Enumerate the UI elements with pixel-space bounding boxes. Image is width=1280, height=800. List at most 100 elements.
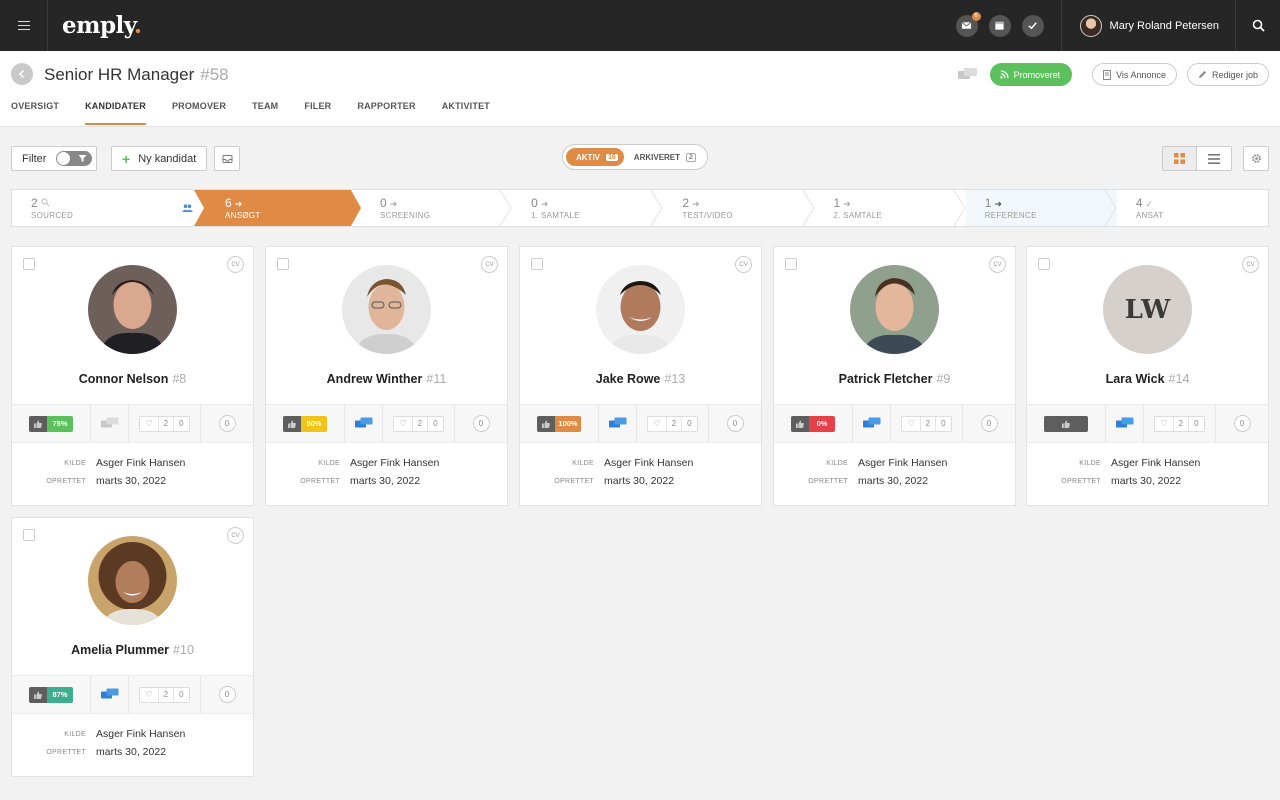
heart-counter[interactable]: ♡ 2 0	[901, 415, 952, 432]
calendar-icon[interactable]	[988, 14, 1011, 37]
cv-icon[interactable]: CV	[227, 527, 244, 544]
tab-filer[interactable]: FILER	[304, 101, 331, 125]
settings-button[interactable]	[1243, 146, 1269, 171]
candidate-name[interactable]: Andrew Winther #11	[266, 372, 507, 386]
comment-cell[interactable]: 0	[201, 676, 253, 713]
stage-screening[interactable]: 0 ➜ SCREENING	[361, 190, 512, 226]
heart-counter[interactable]: ♡ 2 0	[393, 415, 444, 432]
candidate-card[interactable]: CV Jake Rowe #13 100% ♡ 2 0 0 KILDE Asge…	[519, 246, 762, 506]
chat-icon	[100, 688, 118, 699]
score-badge: 75%	[29, 415, 73, 432]
candidate-name[interactable]: Connor Nelson #8	[12, 372, 253, 386]
select-checkbox[interactable]	[1038, 258, 1050, 270]
comment-cell[interactable]: 0	[963, 405, 1015, 442]
candidate-name[interactable]: Amelia Plummer #10	[12, 643, 253, 657]
select-checkbox[interactable]	[531, 258, 543, 270]
search-icon[interactable]	[1236, 0, 1280, 51]
score-cell[interactable]	[1027, 405, 1106, 442]
comment-count: 0	[472, 415, 490, 432]
candidate-card[interactable]: CV Andrew Winther #11 50% ♡ 2 0 0 KILDE …	[265, 246, 508, 506]
user-menu[interactable]: Mary Roland Petersen	[1060, 0, 1236, 51]
chat-cell[interactable]	[599, 405, 637, 442]
back-button[interactable]	[11, 63, 33, 85]
chat-icon	[354, 417, 372, 428]
score-cell[interactable]: 100%	[520, 405, 599, 442]
chat-cell[interactable]	[91, 405, 129, 442]
tab-oversigt[interactable]: OVERSIGT	[11, 101, 59, 125]
score-cell[interactable]: 50%	[266, 405, 345, 442]
candidate-card[interactable]: CV Connor Nelson #8 75% ♡ 2 0 0 KILDE As…	[11, 246, 254, 506]
menu-icon[interactable]	[0, 0, 48, 51]
stage-sourced[interactable]: 2 SOURCED	[12, 190, 170, 226]
chat-cell[interactable]	[345, 405, 383, 442]
comment-cell[interactable]: 0	[455, 405, 507, 442]
arrow-right-icon: ➜	[389, 199, 398, 209]
chat-cell[interactable]	[91, 676, 129, 713]
score-cell[interactable]: 87%	[12, 676, 91, 713]
stage-test-video[interactable]: 2 ➜ TEST/VIDEO	[663, 190, 815, 226]
job-header: Senior HR Manager #58 OVERSIGT KANDIDATER…	[0, 51, 1280, 127]
new-candidate-button[interactable]: + Ny kandidat	[111, 146, 208, 171]
cv-icon[interactable]: CV	[227, 256, 244, 273]
check-icon[interactable]	[1021, 14, 1044, 37]
active-filter[interactable]: AKTIV 16	[566, 148, 624, 166]
heart-counter[interactable]: ♡ 2 0	[1154, 415, 1205, 432]
avatar-initials: LW	[1103, 265, 1192, 354]
mail-icon[interactable]: 6	[955, 11, 981, 37]
page-title: Senior HR Manager #58	[44, 65, 229, 84]
tab-kandidater[interactable]: KANDIDATER	[85, 101, 146, 125]
archived-filter[interactable]: ARKIVERET 2	[624, 152, 704, 162]
promoted-button[interactable]: Promoveret	[989, 63, 1073, 86]
grid-view-button[interactable]	[1163, 147, 1197, 170]
stage-ansoegt[interactable]: 6 ➜ ANSØGT	[194, 190, 361, 226]
comment-cell[interactable]: 0	[201, 405, 253, 442]
stage-ansat[interactable]: 4 ✓ ANSAT	[1117, 190, 1268, 226]
filter-toggle[interactable]: Filter	[11, 146, 98, 171]
toggle-switch[interactable]	[56, 151, 93, 166]
cv-icon[interactable]: CV	[735, 256, 752, 273]
select-checkbox[interactable]	[277, 258, 289, 270]
tab-promover[interactable]: PROMOVER	[172, 101, 226, 125]
comment-count: 0	[726, 415, 744, 432]
chat-cell[interactable]	[853, 405, 891, 442]
cv-icon[interactable]: CV	[989, 256, 1006, 273]
candidate-name[interactable]: Patrick Fletcher #9	[774, 372, 1015, 386]
comment-cell[interactable]: 0	[709, 405, 761, 442]
view-ad-button[interactable]: Vis Annonce	[1092, 63, 1177, 86]
document-icon	[1103, 69, 1112, 80]
chat-icon[interactable]	[957, 67, 978, 82]
candidate-photo	[342, 265, 431, 354]
heart-counter[interactable]: ♡ 2 0	[647, 415, 698, 432]
stage-reference[interactable]: 1 ➜ REFERENCE	[965, 190, 1117, 226]
candidate-card[interactable]: CV Patrick Fletcher #9 0% ♡ 2 0 0 KILDE …	[773, 246, 1016, 506]
tab-rapporter[interactable]: RAPPORTER	[357, 101, 415, 125]
edit-job-button[interactable]: Rediger job	[1186, 63, 1269, 86]
candidate-card[interactable]: CV Amelia Plummer #10 87% ♡ 2 0 0 KILDE …	[11, 517, 254, 777]
candidate-name[interactable]: Jake Rowe #13	[520, 372, 761, 386]
comment-cell[interactable]: 0	[1216, 405, 1268, 442]
score-cell[interactable]: 0%	[774, 405, 853, 442]
cv-icon[interactable]: CV	[481, 256, 498, 273]
chat-cell[interactable]	[1106, 405, 1144, 442]
heart-counter[interactable]: ♡ 2 0	[139, 415, 190, 432]
comment-count: 0	[218, 415, 236, 432]
cv-icon[interactable]: CV	[1242, 256, 1259, 273]
gear-icon	[1251, 154, 1261, 163]
select-checkbox[interactable]	[23, 529, 35, 541]
tab-team[interactable]: TEAM	[252, 101, 278, 125]
heart-counter[interactable]: ♡ 2 0	[139, 686, 190, 703]
list-view-button[interactable]	[1197, 147, 1231, 170]
candidate-card[interactable]: CV LW Lara Wick #14 ♡ 2 0 0 KILDE Asger …	[1026, 246, 1269, 506]
select-checkbox[interactable]	[23, 258, 35, 270]
notification-badge: 6	[971, 11, 981, 21]
people-icon[interactable]	[181, 203, 193, 213]
inbox-button[interactable]	[214, 146, 240, 171]
stage-samtale-2[interactable]: 1 ➜ 2. SAMTALE	[815, 190, 966, 226]
score-cell[interactable]: 75%	[12, 405, 91, 442]
tab-aktivitet[interactable]: AKTIVITET	[442, 101, 490, 125]
logo[interactable]: emply.	[62, 12, 142, 39]
candidate-name[interactable]: Lara Wick #14	[1027, 372, 1268, 386]
select-checkbox[interactable]	[785, 258, 797, 270]
score-badge: 100%	[537, 415, 581, 432]
stage-samtale-1[interactable]: 0 ➜ 1. SAMTALE	[512, 190, 663, 226]
